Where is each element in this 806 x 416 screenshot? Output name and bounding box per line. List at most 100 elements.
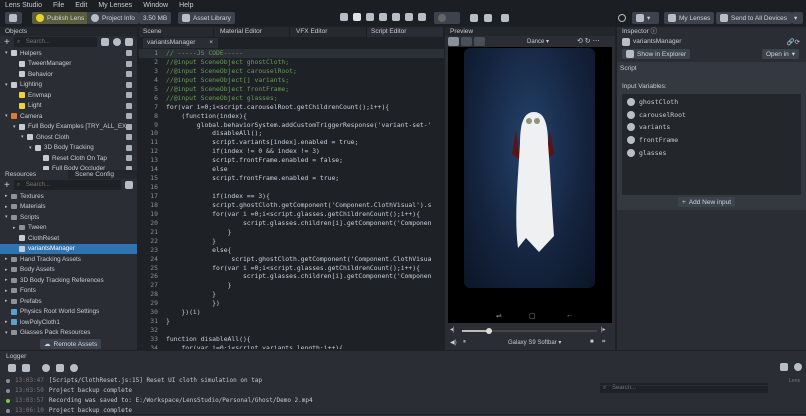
resources-search[interactable]: ⌕ Search... [13,180,121,190]
tree-item[interactable]: ▸ Materials [0,202,137,213]
filter-icon[interactable] [125,38,133,46]
menu-file[interactable]: File [53,2,64,9]
recents-icon[interactable]: ⇌ [496,312,502,320]
visibility-checkbox[interactable] [126,144,132,151]
gear-icon[interactable] [794,363,802,371]
error-filter-icon[interactable] [70,363,78,372]
send-to-devices-button[interactable]: Send to All Devices [716,12,792,24]
select-icon[interactable] [353,13,361,21]
mute-icon[interactable]: ◀) [450,339,457,346]
device-select[interactable]: Galaxy S9 Softbar ▾ [508,339,561,346]
move-icon[interactable] [366,13,374,21]
trash-icon[interactable] [8,363,16,372]
tree-item[interactable]: Behavior [0,69,137,80]
menu-help[interactable]: Help [179,2,193,9]
timeline-slider[interactable] [462,328,597,334]
tree-item[interactable]: ▸ Prefabs [0,296,137,307]
visibility-checkbox[interactable] [126,60,132,67]
capture-icon[interactable] [501,14,509,22]
input-variable[interactable]: carouselRoot [622,109,801,122]
list-icon[interactable] [101,38,109,46]
log-entry[interactable]: 13:03:47 [Scripts/ClothReset.js:15] Reset… [0,376,806,386]
code-area[interactable]: 1 // -----JS CODE----- 2 //@input SceneObje… [139,49,444,349]
tree-item[interactable]: ▾ Scripts [0,212,137,223]
log-entry[interactable]: 13:06:10 Project backup complete [0,406,806,416]
tree-item[interactable]: ▾ Camera [0,111,137,122]
visibility-checkbox[interactable] [126,102,132,109]
file-tab[interactable]: variantsManager × [143,38,218,48]
tree-item[interactable]: ▾ Glasses Pack Resources [0,328,137,339]
save-icon[interactable] [474,37,485,46]
pause-icon[interactable]: ⏸ [463,339,466,346]
layout-dropdown[interactable]: ▾ [632,12,659,24]
tree-item[interactable]: variantsManager [0,243,137,254]
visibility-checkbox[interactable] [126,134,132,140]
step-back-icon[interactable]: ◂| [450,326,455,333]
tab-script-editor[interactable]: Script Editor [367,27,444,37]
send-dropdown[interactable]: ▾ [792,12,803,24]
tree-item[interactable]: ▸ lowPolyCloth1 [0,317,137,328]
tree-item[interactable]: ▾ Ghost Cloth [0,132,137,143]
tree-item[interactable]: ▾ Lighting [0,80,137,91]
tree-item[interactable]: ▸ Textures [0,191,137,202]
visibility-checkbox[interactable] [126,123,132,130]
filter-icon[interactable] [125,181,133,189]
menu-edit[interactable]: Edit [75,2,87,9]
menu-my-lenses[interactable]: My Lenses [98,2,132,9]
tab-material-editor[interactable]: Material Editor [214,27,290,37]
log-entry[interactable]: 13:03:50 Project backup complete [0,386,806,396]
visibility-checkbox[interactable] [126,155,132,161]
add-resource-icon[interactable]: + [4,180,10,191]
warning-filter-icon[interactable] [56,363,64,372]
animation-dropdown[interactable]: Dance ▾ [527,38,549,45]
tree-item[interactable]: ClothReset [0,233,137,244]
preview-viewport[interactable]: ⇌ ▢ ← [448,47,612,323]
hand-icon[interactable] [340,13,348,21]
record-icon[interactable]: ■ [590,339,594,345]
add-component-icon[interactable] [484,14,492,22]
device-dropdown[interactable] [434,12,460,24]
close-tab-icon[interactable]: × [209,38,213,48]
tree-item[interactable]: ▾ Helpers [0,48,137,59]
remote-assets-button[interactable]: ☁ Remote Assets [40,339,102,349]
input-variable[interactable]: ghostCloth [622,96,801,109]
show-in-explorer-button[interactable]: Show in Explorer [622,49,691,59]
visibility-checkbox[interactable] [126,92,132,98]
preview-mode-icon[interactable] [448,37,459,46]
link-icon[interactable]: 🔗⟳ [786,38,800,46]
pivot-icon[interactable] [405,13,413,21]
refresh-icon[interactable]: ⟲ ↻ ⋯ [577,37,600,45]
add-new-input-button[interactable]: + Add New input [678,197,736,207]
copy-icon[interactable] [22,363,30,372]
my-lenses-button[interactable]: My Lenses [664,12,715,24]
objects-search[interactable]: ⌕ Search... [13,37,97,47]
back-icon[interactable]: ← [566,312,573,319]
size-badge[interactable]: 3.50 MB [139,12,172,24]
tab-resources[interactable]: Resources [0,170,68,179]
tree-item[interactable]: ▸ 3D Body Tracking References [0,275,137,286]
filter-icon[interactable] [780,363,788,371]
slider-knob[interactable] [486,328,492,334]
tab-vfx-editor[interactable]: VFX Editor [290,27,367,37]
visibility-checkbox[interactable] [126,113,132,119]
visibility-checkbox[interactable] [126,50,132,56]
visibility-checkbox[interactable] [126,81,132,88]
tree-item[interactable]: Envmap [0,90,137,101]
info-filter-icon[interactable] [42,363,50,372]
info-icon[interactable]: ⓘ [651,28,658,35]
input-variable[interactable]: frontFrame [622,134,801,147]
visibility-checkbox[interactable] [126,71,132,77]
scale-icon[interactable] [392,13,400,21]
home-button[interactable] [5,12,22,24]
menu-window[interactable]: Window [143,2,168,9]
tab-scene-config[interactable]: Scene Config [68,170,114,179]
home-nav-icon[interactable]: ▢ [529,312,536,320]
tree-item[interactable]: Light [0,101,137,112]
input-variable[interactable]: glasses [622,146,801,159]
face-mode-icon[interactable] [461,37,472,46]
log-entry[interactable]: 13:03:57 Recording was saved to: E:/Works… [0,396,806,406]
input-variable[interactable]: variants [622,121,801,134]
project-info-button[interactable]: Project Info [87,12,139,24]
tree-item[interactable]: TweenManager [0,59,137,70]
tree-item[interactable]: ▸ Body Assets [0,265,137,276]
